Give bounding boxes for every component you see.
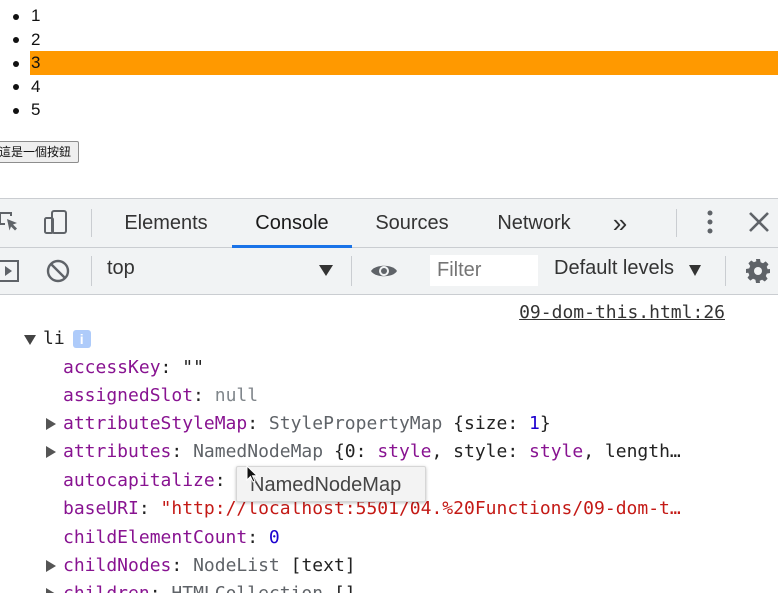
separator <box>91 256 92 286</box>
more-tabs-icon[interactable]: » <box>600 199 640 247</box>
console-output: 09-dom-this.html:26 li i accessKey: "" as… <box>0 295 778 593</box>
property-row[interactable]: attributeStyleMap: StylePropertyMap {siz… <box>46 410 551 438</box>
separator <box>351 256 352 286</box>
number-list: 1 2 3 4 5 <box>0 4 778 122</box>
source-link[interactable]: 09-dom-this.html:26 <box>519 302 725 323</box>
property-row[interactable]: childNodes: NodeList [text] <box>46 552 356 580</box>
triangle-right-icon[interactable] <box>46 560 56 572</box>
property-row[interactable]: attributes: NamedNodeMap {0: style, styl… <box>46 438 681 466</box>
property-row: accessKey: "" <box>63 357 204 378</box>
list-item: 2 <box>0 28 778 52</box>
chevron-down-icon[interactable] <box>689 265 701 276</box>
property-row[interactable]: children: HTMLCollection [] <box>46 580 356 593</box>
separator <box>725 256 726 286</box>
inspect-element-icon[interactable] <box>0 209 22 235</box>
tab-console[interactable]: Console <box>232 199 352 248</box>
tab-network[interactable]: Network <box>484 199 584 247</box>
devtools-tabbar: Elements Console Sources Network » <box>0 199 778 248</box>
page-content: 1 2 3 4 5 這是一個按鈕 <box>0 0 778 198</box>
info-icon[interactable]: i <box>72 330 91 348</box>
close-icon[interactable] <box>746 209 772 235</box>
triangle-right-icon[interactable] <box>46 446 56 458</box>
tab-sources[interactable]: Sources <box>363 199 461 247</box>
list-item: 4 <box>0 75 778 99</box>
triangle-right-icon[interactable] <box>46 588 56 593</box>
clear-console-icon[interactable] <box>45 258 71 284</box>
bullet <box>13 37 19 43</box>
object-row[interactable]: li i <box>24 325 91 353</box>
bullet <box>13 60 19 67</box>
eye-icon[interactable] <box>369 258 399 284</box>
separator <box>676 209 677 237</box>
console-toolbar: top Default levels <box>0 248 778 295</box>
list-item-highlighted: 3 <box>0 51 778 75</box>
tab-elements[interactable]: Elements <box>112 199 220 247</box>
triangle-right-icon[interactable] <box>46 418 56 430</box>
object-label: li <box>43 328 65 349</box>
list-item: 5 <box>0 98 778 122</box>
page-button[interactable]: 這是一個按鈕 <box>0 141 80 163</box>
list-item: 1 <box>0 4 778 28</box>
triangle-down-icon[interactable] <box>24 335 36 345</box>
chevron-down-icon[interactable] <box>319 265 333 276</box>
device-toolbar-icon[interactable] <box>43 209 69 235</box>
property-row: autocapitalize: "" <box>63 470 258 491</box>
bullet <box>13 107 19 114</box>
tooltip: NamedNodeMap <box>236 466 426 502</box>
bullet <box>13 13 19 20</box>
log-levels-dropdown[interactable]: Default levels <box>554 257 674 280</box>
property-row: childElementCount: 0 <box>63 527 280 548</box>
context-selector[interactable]: top <box>107 257 135 280</box>
bullet <box>13 84 19 90</box>
gear-icon[interactable] <box>745 258 771 284</box>
filter-input[interactable] <box>430 255 538 286</box>
sidebar-toggle-icon[interactable] <box>0 258 22 284</box>
kebab-menu-icon[interactable] <box>697 209 723 235</box>
devtools-panel: Elements Console Sources Network » top D… <box>0 198 778 593</box>
property-row: assignedSlot: null <box>63 385 259 406</box>
separator <box>91 209 92 237</box>
